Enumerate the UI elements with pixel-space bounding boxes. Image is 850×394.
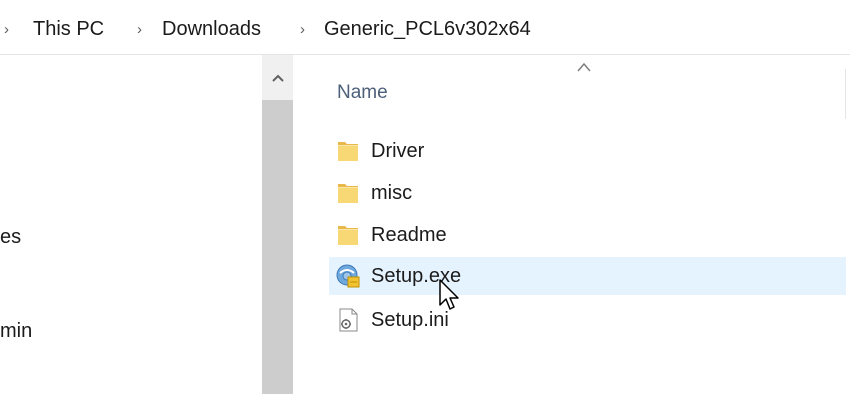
breadcrumb: › This PC › Downloads › Generic_PCL6v302… [0,0,850,55]
list-item-setup-exe[interactable]: Setup.exe [329,257,846,295]
file-name: misc [371,182,413,204]
mouse-pointer-icon [439,279,459,310]
file-explorer-window: › This PC › Downloads › Generic_PCL6v302… [0,0,850,394]
list-item-misc[interactable]: misc [329,174,846,212]
breadcrumb-chevron-icon[interactable]: › [137,21,142,39]
column-divider[interactable] [845,69,846,119]
nav-scrollbar[interactable] [262,55,293,394]
navigation-pane: es min [0,55,262,394]
config-file-icon [339,308,358,332]
nav-item-partial[interactable]: es [0,225,21,249]
breadcrumb-downloads[interactable]: Downloads [160,17,263,41]
column-header-name[interactable]: Name [293,55,846,123]
sort-ascending-icon [577,62,591,72]
file-name: Readme [371,224,447,246]
scrollbar-thumb[interactable] [262,100,293,394]
scroll-up-arrow-icon[interactable] [262,65,293,91]
file-name: Setup.ini [371,309,449,331]
breadcrumb-chevron-icon[interactable]: › [4,21,9,39]
column-header-label: Name [337,82,388,103]
list-item-driver[interactable]: Driver [329,132,846,170]
breadcrumb-this-pc[interactable]: This PC [31,17,106,41]
file-list: Name Driver misc Readme Setup.exe Setup.… [293,55,850,394]
list-item-setup-ini[interactable]: Setup.ini [329,301,846,339]
setup-exe-icon [336,264,360,288]
folder-icon [338,184,358,203]
nav-item-partial[interactable]: min [0,319,32,343]
folder-icon [338,226,358,245]
breadcrumb-current-folder[interactable]: Generic_PCL6v302x64 [322,17,533,41]
breadcrumb-chevron-icon[interactable]: › [300,21,305,39]
folder-icon [338,142,358,161]
file-name: Driver [371,140,425,162]
list-item-readme[interactable]: Readme [329,216,846,254]
